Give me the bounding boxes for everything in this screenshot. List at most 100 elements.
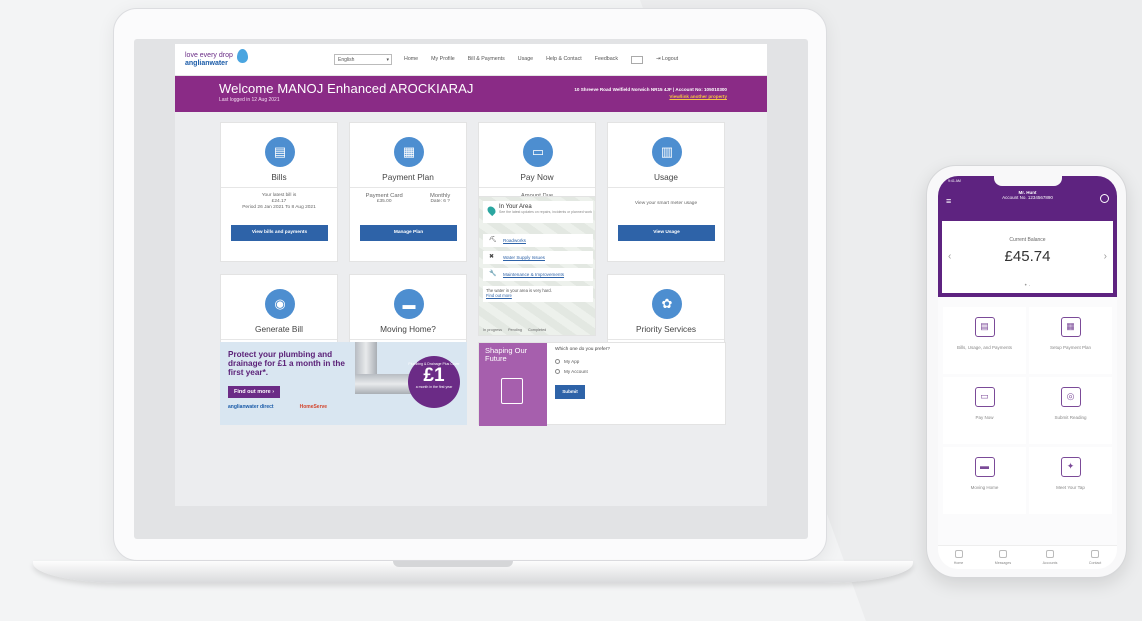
wrench-icon: 🔧	[489, 271, 497, 277]
bill-icon: ▤	[265, 137, 295, 167]
bill-icon: ▤	[974, 317, 995, 337]
manage-plan-button[interactable]: Manage Plan	[360, 225, 457, 241]
radio-button[interactable]	[555, 369, 560, 374]
tab-accounts[interactable]: Accounts	[1043, 550, 1058, 569]
card-payment-icon: ▭	[523, 137, 553, 167]
view-usage-button[interactable]: View Usage	[618, 225, 715, 241]
plan-frequency-value: Date: 6 ?	[430, 199, 450, 204]
nav-home[interactable]: Home	[404, 56, 418, 64]
view-bills-button[interactable]: View bills and payments	[231, 225, 328, 241]
survey-question: Which one do you prefer?	[555, 347, 610, 352]
card-text: Payment Card £35.00 Monthly Date: 6 ?	[350, 193, 466, 205]
promo-logos: anglianwater direct HomeServe	[228, 404, 327, 410]
anglian-direct-logo: anglianwater direct	[228, 404, 274, 410]
homeserve-logo: HomeServe	[299, 404, 328, 410]
calendar-icon: ▦	[394, 137, 424, 167]
water-hardness-note: The water in your area is very hard. Fin…	[483, 286, 593, 302]
moving-truck-icon: ▬	[974, 457, 995, 477]
card-title: Generate Bill	[255, 324, 303, 334]
app-account-number: Account No. 1234567890	[1002, 195, 1053, 200]
tile-pay-now[interactable]: ▭ Pay Now	[943, 377, 1026, 444]
roadworks-icon: ⛏	[489, 237, 497, 243]
legend-in-progress: In progress	[483, 328, 502, 332]
address-text: 10 Shreeve Road Welfield Norwich NR15 4J…	[574, 87, 727, 92]
tile-bills-usage[interactable]: ▤ Bills, Usage, and Payments	[943, 307, 1026, 374]
survey-option-account[interactable]: My Account	[555, 369, 588, 374]
tile-submit-reading[interactable]: ◎ Submit Reading	[1029, 377, 1112, 444]
moving-truck-icon: ▬	[394, 289, 424, 319]
badge-bottom-text: a month in the first year	[415, 385, 453, 389]
calendar-icon: ▦	[1060, 317, 1081, 337]
legend-completed: Completed	[527, 328, 547, 332]
logout-label: Logout	[661, 55, 679, 62]
map-pin-icon	[485, 204, 498, 217]
tab-contact[interactable]: Contact	[1089, 550, 1101, 569]
hamburger-menu-icon[interactable]: ≡	[946, 196, 951, 206]
balance-label: Current Balance	[1009, 237, 1046, 243]
tile-moving-home[interactable]: ▬ Moving Home	[943, 447, 1026, 514]
card-title: Usage	[654, 172, 678, 182]
logout-link[interactable]: ⇥ Logout	[656, 56, 678, 64]
phone-screen: 9:41 AM ≡ Mr. Hunt Account No. 123456789…	[938, 176, 1117, 569]
payment-plan-card: ▦ Payment Plan Payment Card £35.00 Monthl…	[349, 122, 467, 262]
power-icon[interactable]	[1100, 194, 1109, 203]
badge-price: £1	[423, 365, 445, 386]
nav-help-contact[interactable]: Help & Contact	[546, 56, 582, 64]
card-title: Moving Home?	[380, 324, 436, 334]
tile-setup-payment-plan[interactable]: ▦ Setup Payment Plan	[1029, 307, 1112, 374]
main-nav: Home My Profile Bill & Payments Usage He…	[404, 55, 678, 64]
promo-find-out-more-button[interactable]: Find out more ›	[228, 386, 281, 398]
area-row-supply[interactable]: ✖ Water Supply Issues	[483, 251, 593, 264]
lightbulb-icon: ◉	[265, 289, 295, 319]
accessibility-icon[interactable]	[630, 55, 643, 64]
site-header: love every drop anglianwater English Hom…	[175, 44, 767, 76]
chevron-right-icon[interactable]: ›	[1104, 251, 1107, 262]
card-text: Your latest bill is £24.17 Period 26 Jan…	[221, 193, 337, 211]
homeserve-promo-banner[interactable]: Protect your plumbing and drainage for £…	[220, 342, 467, 425]
welcome-banner: Welcome MANOJ Enhanced AROCKIARAJ Last l…	[175, 76, 767, 112]
promo-price-badge: Plumbing & Drainage Plus Cover £1 a mont…	[408, 356, 460, 408]
logo-tagline: love every drop	[185, 51, 233, 59]
in-your-area-widget: In Your Area See the latest updates on r…	[478, 196, 596, 336]
hand-card-icon: ▭	[974, 387, 995, 407]
legend-pending: Pending	[508, 328, 522, 332]
link-property-link[interactable]: View/link another property	[574, 94, 727, 99]
card-text: View your smart meter usage	[634, 201, 698, 206]
chevron-left-icon[interactable]: ‹	[948, 251, 951, 262]
area-subtitle: See the latest updates on repairs, incid…	[499, 210, 593, 214]
card-title: Bills	[271, 172, 287, 182]
account-address: 10 Shreeve Road Welfield Norwich NR15 4J…	[574, 87, 727, 99]
language-select[interactable]: English	[334, 54, 392, 65]
meter-icon: ◎	[1060, 387, 1081, 407]
area-header: In Your Area See the latest updates on r…	[483, 201, 593, 223]
anglian-water-logo[interactable]: love every drop anglianwater	[185, 48, 269, 68]
survey-option-app[interactable]: My App	[555, 359, 579, 364]
nav-bill-payments[interactable]: Bill & Payments	[468, 56, 505, 64]
balance-value: £45.74	[1004, 248, 1051, 265]
survey-document-icon	[501, 378, 523, 404]
survey-submit-button[interactable]: Submit	[555, 385, 585, 399]
card-title: Pay Now	[520, 172, 554, 182]
survey-panel-title: Shaping Our Future	[485, 346, 528, 363]
pipe-illustration-horizontal	[355, 374, 415, 394]
tap-icon: ✦	[1060, 457, 1081, 477]
bills-card: ▤ Bills Your latest bill is £24.17 Perio…	[220, 122, 338, 262]
nav-my-profile[interactable]: My Profile	[431, 56, 455, 64]
tab-home[interactable]: Home	[954, 550, 964, 569]
nav-usage[interactable]: Usage	[518, 56, 533, 64]
nav-feedback[interactable]: Feedback	[595, 56, 618, 64]
card-title: Priority Services	[636, 324, 696, 334]
area-row-maintenance[interactable]: 🔧 Maintenance & Improvements	[483, 268, 593, 281]
area-row-roadworks[interactable]: ⛏ Roadworks	[483, 234, 593, 247]
carousel-dots: • ·	[1024, 283, 1031, 289]
tab-messages[interactable]: Messages	[995, 550, 1011, 569]
radio-button[interactable]	[555, 359, 560, 364]
app-tiles: ▤ Bills, Usage, and Payments ▦ Setup Payme…	[938, 297, 1117, 514]
priority-services-icon: ✿	[652, 289, 682, 319]
hardness-link[interactable]: Find out more	[486, 293, 590, 298]
tile-meet-your-tap[interactable]: ✦ Meet Your Tap	[1029, 447, 1112, 514]
shaping-future-panel: Shaping Our Future	[479, 343, 547, 426]
app-tab-bar: Home Messages Accounts Contact	[938, 545, 1117, 569]
bills-period: Period 26 Jan 2021 To 8 Aug 2021	[242, 205, 316, 210]
laptop-hinge-notch	[393, 561, 513, 567]
